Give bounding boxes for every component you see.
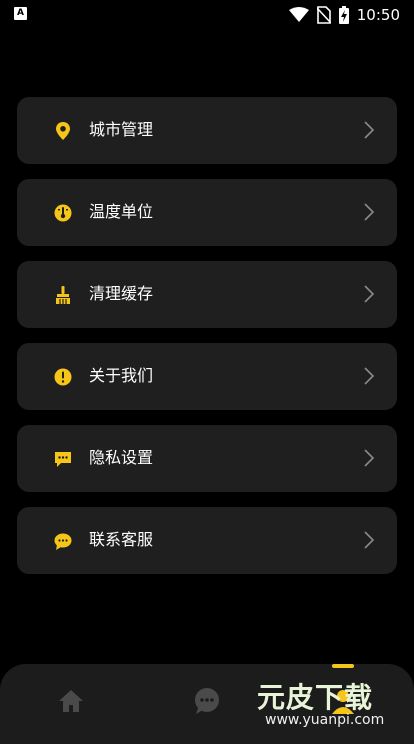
watermark-url: www.yuanpi.com — [265, 712, 385, 728]
status-indicators: 10:50 — [288, 4, 400, 26]
chevron-right-icon — [364, 531, 375, 549]
menu-item-about-us[interactable]: 关于我们 — [17, 343, 397, 410]
chevron-right-icon — [364, 121, 375, 139]
chevron-right-icon — [364, 367, 375, 385]
settings-menu: 城市管理 温度单位 清理缓存 关于我们 隐私设置 联系客服 — [17, 97, 397, 589]
location-pin-icon — [56, 122, 70, 140]
menu-item-temperature-unit[interactable]: 温度单位 — [17, 179, 397, 246]
battery-charging-icon — [338, 6, 349, 24]
menu-item-label: 关于我们 — [89, 366, 154, 385]
menu-item-label: 联系客服 — [89, 530, 154, 549]
chevron-right-icon — [364, 203, 375, 221]
customer-service-chat-icon — [54, 533, 72, 550]
menu-item-privacy-settings[interactable]: 隐私设置 — [17, 425, 397, 492]
menu-item-clear-cache[interactable]: 清理缓存 — [17, 261, 397, 328]
menu-item-contact-support[interactable]: 联系客服 — [17, 507, 397, 574]
chevron-right-icon — [364, 285, 375, 303]
chat-bubble-icon[interactable] — [192, 686, 222, 716]
privacy-chat-icon — [55, 452, 71, 467]
status-bar: A 10:50 — [0, 0, 414, 30]
menu-item-label: 清理缓存 — [89, 284, 154, 303]
thermometer-dial-icon — [54, 204, 72, 222]
info-exclamation-icon — [54, 368, 72, 386]
watermark-title: 元皮下载 — [257, 681, 374, 714]
no-sim-icon — [316, 6, 331, 24]
app-notification-icon: A — [14, 7, 27, 20]
menu-item-label: 温度单位 — [89, 202, 154, 221]
active-tab-indicator — [332, 664, 354, 668]
menu-item-city-management[interactable]: 城市管理 — [17, 97, 397, 164]
menu-item-label: 隐私设置 — [89, 448, 154, 467]
clock: 10:50 — [356, 6, 400, 24]
wifi-icon — [288, 7, 309, 22]
watermark: 元皮下载 www.yuanpi.com — [255, 676, 405, 732]
broom-icon — [56, 286, 70, 304]
chevron-right-icon — [364, 449, 375, 467]
home-icon[interactable] — [56, 686, 86, 716]
menu-item-label: 城市管理 — [89, 120, 154, 139]
